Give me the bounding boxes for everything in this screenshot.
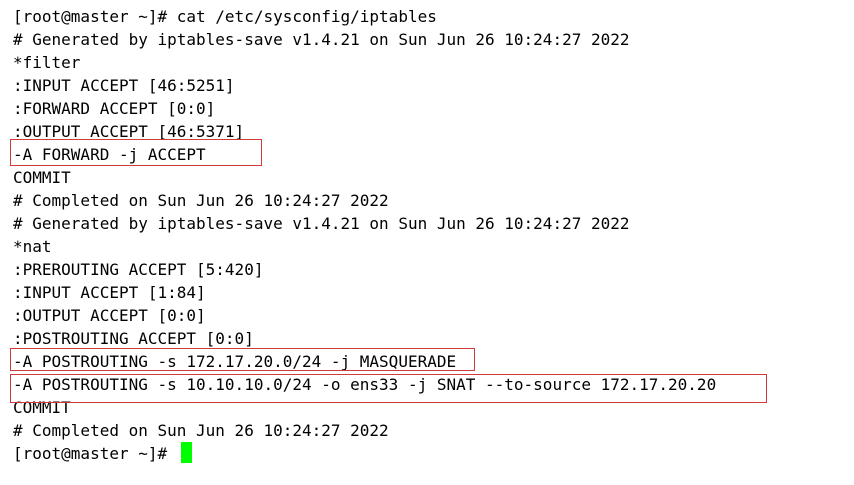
terminal-line: :OUTPUT ACCEPT [46:5371] [13,122,245,141]
terminal-line: COMMIT [13,398,71,417]
terminal-line: :POSTROUTING ACCEPT [0:0] [13,329,254,348]
terminal-line-prompt-command: [root@master ~]# cat /etc/sysconfig/ipta… [13,7,437,26]
terminal-line: # Generated by iptables-save v1.4.21 on … [13,214,630,233]
terminal-line: # Completed on Sun Jun 26 10:24:27 2022 [13,191,389,210]
terminal-line: *filter [13,53,81,72]
terminal-window[interactable]: [root@master ~]# cat /etc/sysconfig/ipta… [0,0,854,485]
terminal-line-highlighted: -A POSTROUTING -s 172.17.20.0/24 -j MASQ… [13,352,457,371]
terminal-line: *nat [13,237,52,256]
terminal-line-highlighted: -A FORWARD -j ACCEPT [13,145,206,164]
terminal-line: :INPUT ACCEPT [1:84] [13,283,206,302]
terminal-line-prompt: [root@master ~]# [13,444,177,463]
terminal-cursor[interactable] [181,442,192,463]
terminal-line: # Completed on Sun Jun 26 10:24:27 2022 [13,421,389,440]
terminal-line: :FORWARD ACCEPT [0:0] [13,99,216,118]
terminal-line: # Generated by iptables-save v1.4.21 on … [13,30,630,49]
terminal-line-highlighted: -A POSTROUTING -s 10.10.10.0/24 -o ens33… [13,375,717,394]
terminal-line: :INPUT ACCEPT [46:5251] [13,76,235,95]
terminal-line: :OUTPUT ACCEPT [0:0] [13,306,206,325]
terminal-line: :PREROUTING ACCEPT [5:420] [13,260,264,279]
terminal-line: COMMIT [13,168,71,187]
